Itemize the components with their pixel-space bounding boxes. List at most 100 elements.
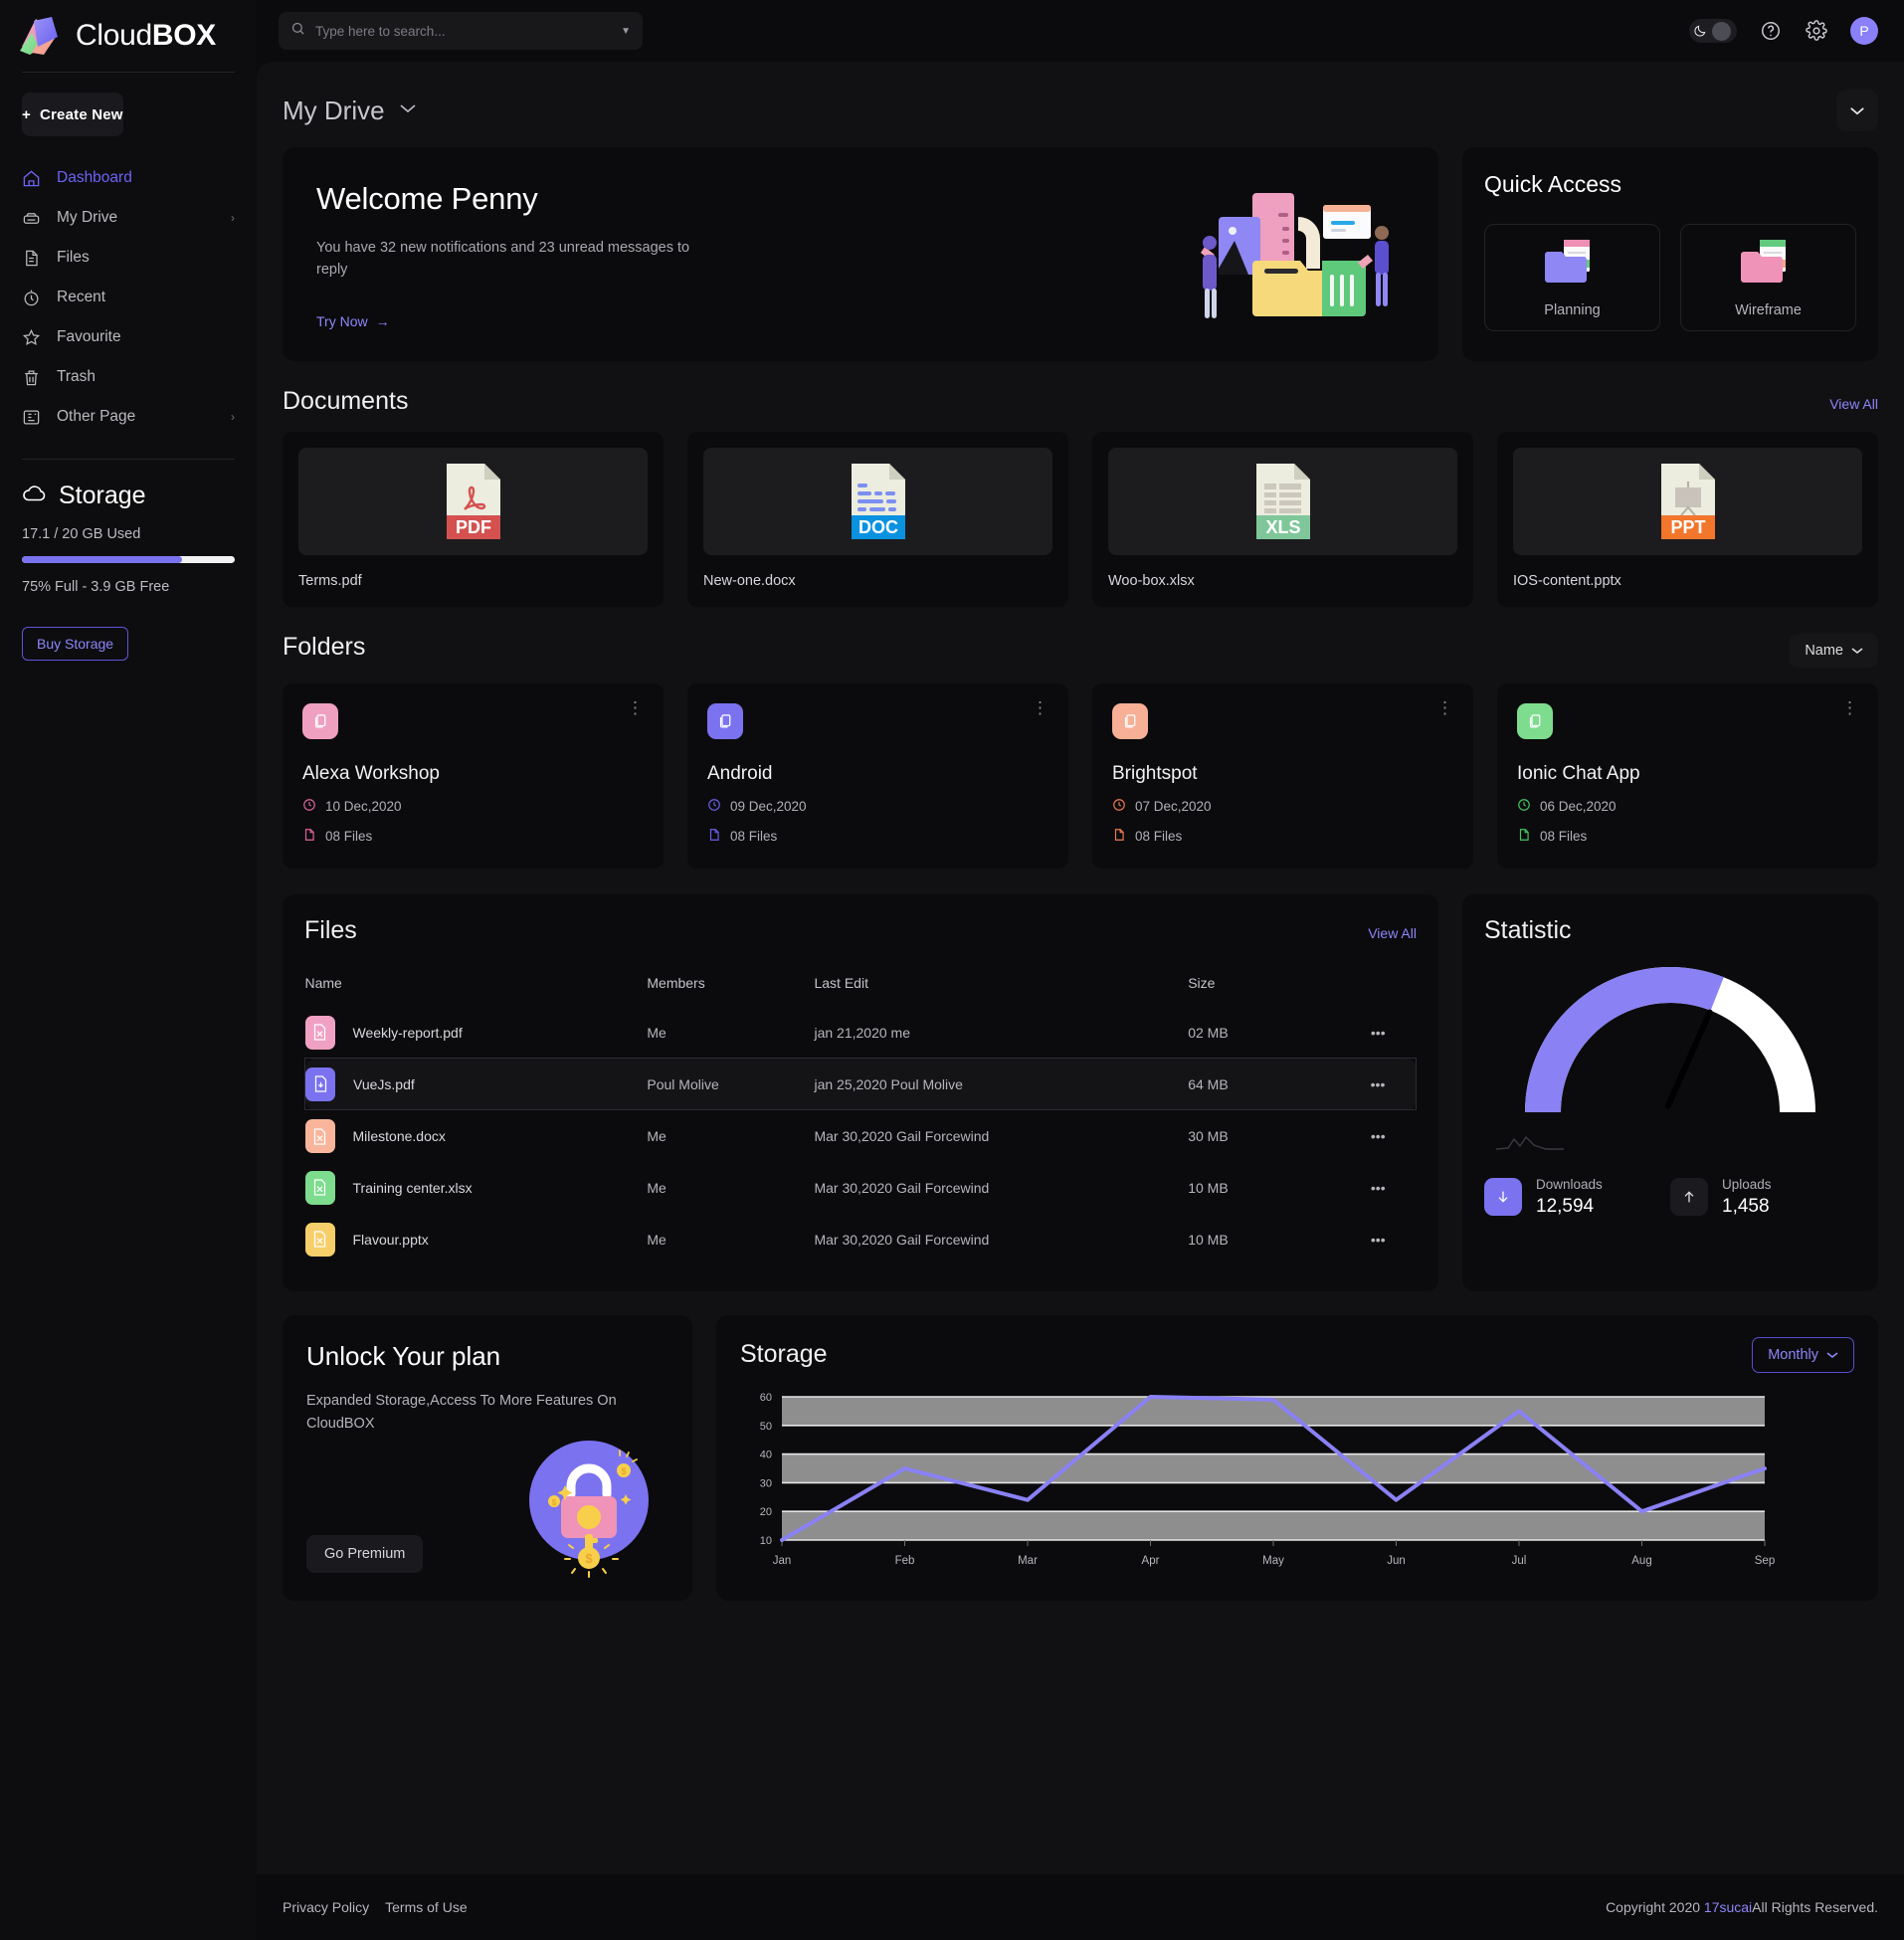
- sidebar-item-dashboard[interactable]: Dashboard: [22, 158, 235, 198]
- theme-toggle[interactable]: [1689, 19, 1737, 43]
- document-thumbnail: PPT: [1513, 447, 1862, 555]
- search-dropdown-icon[interactable]: ▼: [621, 26, 631, 37]
- main-area: ▼: [257, 0, 1904, 1940]
- quick-access-label: Planning: [1544, 301, 1601, 318]
- moon-icon: [1691, 22, 1709, 40]
- go-premium-button[interactable]: Go Premium: [306, 1534, 424, 1573]
- sidebar-item-label: Files: [57, 249, 90, 266]
- doc-file-icon: DOC: [851, 463, 905, 539]
- file-name-cell: Milestone.docx: [304, 1110, 648, 1162]
- folder-card-header: ⋮: [1112, 699, 1453, 739]
- folder-date-row: 06 Dec,2020: [1517, 798, 1858, 815]
- storage-progress-fill: [22, 556, 182, 563]
- file-row-menu[interactable]: •••: [1340, 1162, 1416, 1214]
- folder-card[interactable]: ⋮ Brightspot 07 Dec,2020 08 Files: [1092, 682, 1473, 869]
- sidebar-item-trash[interactable]: Trash: [22, 357, 235, 397]
- folder-card[interactable]: ⋮ Android 09 Dec,2020 08 Files: [687, 682, 1068, 869]
- gauge-chart: [1484, 953, 1856, 1128]
- files-table-body: Weekly-report.pdf Me jan 21,2020 me 02 M…: [304, 1007, 1418, 1265]
- document-card[interactable]: PPT IOS-content.pptx: [1497, 431, 1878, 607]
- file-row-menu[interactable]: •••: [1340, 1007, 1416, 1059]
- topbar: ▼: [257, 0, 1904, 62]
- cloudbox-logo-icon: [18, 15, 64, 57]
- document-card[interactable]: XLS Woo-box.xlsx: [1092, 431, 1473, 607]
- svg-text:Jun: Jun: [1387, 1555, 1406, 1567]
- collapse-panel-button[interactable]: [1836, 90, 1878, 131]
- files-header-row: Name Members Last Edit Size: [305, 965, 1417, 1007]
- table-row[interactable]: VueJs.pdf Poul Molive jan 25,2020 Poul M…: [304, 1058, 1418, 1111]
- chevron-down-icon: [1826, 1347, 1838, 1363]
- welcome-text-block: Welcome Penny You have 32 new notificati…: [316, 181, 1191, 331]
- folders-section-header: Folders Name: [283, 633, 1878, 668]
- star-icon: [22, 328, 41, 347]
- folder-more-menu[interactable]: ⋮: [627, 699, 644, 716]
- sidebar-item-favourite[interactable]: Favourite: [22, 317, 235, 357]
- upload-arrow-icon: [1670, 1178, 1708, 1217]
- documents-view-all-link[interactable]: View All: [1829, 396, 1878, 412]
- file-type-icon: [304, 1015, 335, 1050]
- document-card[interactable]: PDF Terms.pdf: [283, 431, 664, 607]
- folder-name: Brightspot: [1112, 762, 1198, 784]
- topbar-actions: P: [1689, 17, 1878, 45]
- search-input[interactable]: [315, 23, 612, 39]
- uploads-value: 1,458: [1722, 1195, 1770, 1217]
- folder-card[interactable]: ⋮ Alexa Workshop 10 Dec,2020 08 Files: [283, 682, 664, 869]
- file-last-edit: Mar 30,2020 Gail Forcewind: [814, 1128, 990, 1145]
- column-header-last-edit: Last Edit: [814, 974, 868, 991]
- folders-sort-dropdown[interactable]: Name: [1790, 633, 1878, 668]
- document-card[interactable]: DOC New-one.docx: [687, 431, 1068, 607]
- files-card-header: Files View All: [304, 916, 1417, 945]
- document-thumbnail: DOC: [703, 447, 1052, 555]
- file-row-menu[interactable]: •••: [1340, 1110, 1416, 1162]
- sidebar-item-files[interactable]: Files: [22, 238, 235, 278]
- help-icon[interactable]: [1759, 19, 1783, 43]
- folder-more-menu[interactable]: ⋮: [1841, 699, 1858, 716]
- quick-access-item-planning[interactable]: Planning: [1484, 224, 1660, 331]
- storage-title-text: Storage: [59, 482, 146, 509]
- statistic-card: Statistic Downloads 12,594 Uploads 1,458: [1462, 893, 1878, 1291]
- file-row-menu[interactable]: •••: [1340, 1058, 1418, 1111]
- brand-name: CloudBOX: [76, 19, 217, 52]
- download-arrow-icon: [1484, 1178, 1522, 1217]
- file-last-edit: jan 25,2020 Poul Molive: [814, 1058, 1189, 1111]
- files-table-head: Name Members Last Edit Size: [305, 965, 1417, 1007]
- folder-more-menu[interactable]: ⋮: [1436, 699, 1453, 716]
- files-view-all-link[interactable]: View All: [1368, 925, 1417, 941]
- quick-access-item-wireframe[interactable]: Wireframe: [1680, 224, 1856, 331]
- table-row[interactable]: Weekly-report.pdf Me jan 21,2020 me 02 M…: [304, 1007, 1417, 1059]
- folder-date: 10 Dec,2020: [325, 798, 402, 814]
- copyright-link[interactable]: 17sucai: [1704, 1899, 1752, 1915]
- terms-of-use-link[interactable]: Terms of Use: [385, 1899, 467, 1915]
- chart-range-dropdown[interactable]: Monthly: [1752, 1336, 1854, 1373]
- xls-file-icon: XLS: [1255, 463, 1310, 539]
- sidebar-item-recent[interactable]: Recent: [22, 278, 235, 317]
- privacy-policy-link[interactable]: Privacy Policy: [283, 1899, 369, 1915]
- folder-name: Ionic Chat App: [1517, 762, 1640, 784]
- create-new-button[interactable]: + Create New: [22, 93, 123, 136]
- try-now-link[interactable]: Try Now →: [316, 313, 390, 329]
- gear-icon[interactable]: [1805, 19, 1828, 43]
- buy-storage-button[interactable]: Buy Storage: [22, 627, 129, 661]
- sidebar-item-other-page[interactable]: Other Page ›: [22, 397, 235, 437]
- chevron-right-icon: ›: [231, 410, 235, 424]
- search-bar[interactable]: ▼: [279, 12, 643, 50]
- svg-text:$: $: [585, 1551, 593, 1566]
- welcome-card: Welcome Penny You have 32 new notificati…: [283, 147, 1438, 361]
- folder-card-header: ⋮: [302, 699, 644, 739]
- file-row-menu[interactable]: •••: [1340, 1214, 1416, 1265]
- svg-text:60: 60: [760, 1392, 772, 1404]
- unlock-plan-card: Unlock Your plan Expanded Storage,Access…: [283, 1314, 692, 1601]
- brand[interactable]: CloudBOX: [0, 0, 257, 72]
- folder-more-menu[interactable]: ⋮: [1032, 699, 1048, 716]
- avatar[interactable]: P: [1850, 17, 1878, 45]
- table-row[interactable]: Training center.xlsx Me Mar 30,2020 Gail…: [304, 1162, 1417, 1214]
- table-row[interactable]: Milestone.docx Me Mar 30,2020 Gail Force…: [304, 1110, 1417, 1162]
- file-members: Me: [647, 1024, 666, 1041]
- sidebar-item-my-drive[interactable]: My Drive ›: [22, 198, 235, 238]
- documents-section-header: Documents View All: [283, 387, 1878, 416]
- copyright-prefix: Copyright 2020: [1606, 1899, 1704, 1915]
- file-size: 10 MB: [1188, 1231, 1229, 1248]
- chevron-down-icon[interactable]: [399, 101, 417, 119]
- table-row[interactable]: Flavour.pptx Me Mar 30,2020 Gail Forcewi…: [304, 1214, 1417, 1265]
- folder-card[interactable]: ⋮ Ionic Chat App 06 Dec,2020 08 Files: [1497, 682, 1878, 869]
